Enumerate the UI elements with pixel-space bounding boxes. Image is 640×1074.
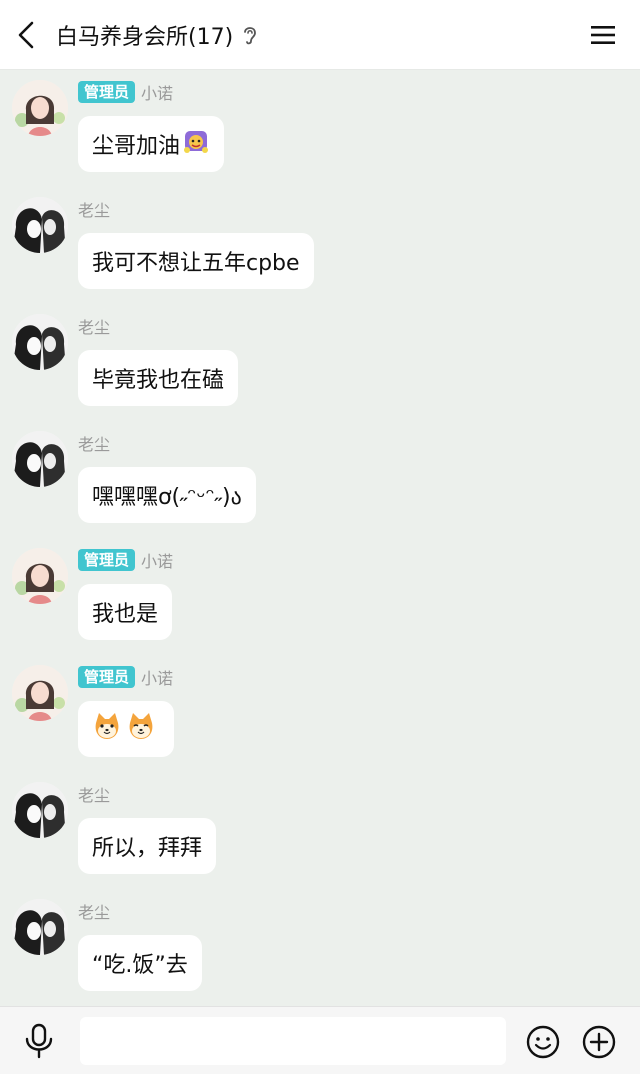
girl-avatar-icon: [12, 80, 68, 136]
smiley-icon: [526, 1025, 560, 1059]
message-bubble[interactable]: 嘿嘿嘿ơ(˶ᵔᵕᵔ˶)ა: [78, 467, 256, 523]
message-meta: 老尘: [78, 431, 110, 455]
sender-name[interactable]: 老尘: [78, 782, 110, 806]
input-bar: [0, 1006, 640, 1074]
message-meta: 老尘: [78, 899, 110, 923]
message-bubble[interactable]: 毕竟我也在磕: [78, 350, 239, 406]
message-text: 我可不想让五年cpbe: [92, 251, 300, 276]
message-row: 管理员 小诺: [0, 655, 640, 772]
avatar[interactable]: [12, 197, 68, 253]
message-row: 管理员 小诺 我也是: [0, 538, 640, 655]
cheer-sticker-icon: [182, 127, 210, 161]
shiba-sticker-icon: [126, 711, 156, 747]
microphone-icon: [25, 1023, 53, 1059]
message-text: 所以，拜拜: [92, 836, 203, 861]
sender-name[interactable]: 小诺: [141, 548, 173, 572]
avatar[interactable]: [12, 80, 68, 136]
chat-area[interactable]: 管理员 小诺 尘哥加油 老尘 我可不想让五年cpbe 老尘 毕竟我也在磕 老尘 …: [0, 70, 640, 1006]
girl-avatar-icon: [12, 548, 68, 604]
message-bubble[interactable]: “吃.饭”去: [78, 935, 202, 991]
avatar[interactable]: [12, 431, 68, 487]
back-button[interactable]: [0, 0, 54, 70]
admin-badge: 管理员: [78, 549, 136, 571]
message-bubble[interactable]: [78, 701, 174, 757]
more-button[interactable]: [582, 1025, 616, 1059]
message-meta: 管理员 小诺: [78, 665, 173, 689]
admin-badge: 管理员: [78, 666, 136, 688]
manga-avatar-icon: [12, 431, 68, 487]
message-bubble[interactable]: 尘哥加油: [78, 116, 225, 172]
message-input[interactable]: [80, 1017, 506, 1065]
message-meta: 老尘: [78, 782, 110, 806]
sender-name[interactable]: 小诺: [141, 665, 173, 689]
avatar[interactable]: [12, 314, 68, 370]
message-text: 嘿嘿嘿ơ(˶ᵔᵕᵔ˶)ა: [92, 485, 242, 510]
message-meta: 老尘: [78, 314, 110, 338]
chevron-left-icon: [18, 21, 34, 48]
message-row: 老尘 我可不想让五年cpbe: [0, 187, 640, 304]
message-row: 老尘 毕竟我也在磕: [0, 304, 640, 421]
voice-button[interactable]: [22, 1023, 56, 1059]
message-meta: 老尘: [78, 197, 110, 221]
group-title[interactable]: 白马养身会所(17): [56, 19, 233, 51]
chat-header: 白马养身会所(17): [0, 0, 640, 70]
manga-avatar-icon: [12, 899, 68, 955]
avatar[interactable]: [12, 782, 68, 838]
menu-icon: [591, 26, 615, 44]
manga-avatar-icon: [12, 782, 68, 838]
girl-avatar-icon: [12, 665, 68, 721]
shiba-sticker-icon: [92, 711, 122, 747]
sender-name[interactable]: 老尘: [78, 899, 110, 923]
message-text: 毕竟我也在磕: [92, 368, 225, 393]
sender-name[interactable]: 老尘: [78, 197, 110, 221]
avatar[interactable]: [12, 665, 68, 721]
message-bubble[interactable]: 我可不想让五年cpbe: [78, 233, 314, 289]
message-row: 老尘 嘿嘿嘿ơ(˶ᵔᵕᵔ˶)ა: [0, 421, 640, 538]
message-meta: 管理员 小诺: [78, 548, 173, 572]
message-text: 尘哥加油: [92, 134, 181, 159]
sender-name[interactable]: 老尘: [78, 314, 110, 338]
emoji-button[interactable]: [526, 1025, 560, 1059]
admin-badge: 管理员: [78, 81, 136, 103]
avatar[interactable]: [12, 548, 68, 604]
message-bubble[interactable]: 我也是: [78, 584, 173, 640]
manga-avatar-icon: [12, 314, 68, 370]
message-row: 管理员 小诺 尘哥加油: [0, 70, 640, 187]
avatar[interactable]: [12, 899, 68, 955]
message-row: 老尘 “吃.饭”去: [0, 889, 640, 1006]
sender-name[interactable]: 老尘: [78, 431, 110, 455]
sender-name[interactable]: 小诺: [141, 80, 173, 104]
manga-avatar-icon: [12, 197, 68, 253]
message-meta: 管理员 小诺: [78, 80, 173, 104]
plus-circle-icon: [582, 1025, 616, 1059]
menu-button[interactable]: [588, 20, 618, 50]
message-row: 老尘 所以，拜拜: [0, 772, 640, 889]
message-text: 我也是: [92, 602, 159, 627]
ear-icon[interactable]: [241, 24, 259, 46]
message-bubble[interactable]: 所以，拜拜: [78, 818, 217, 874]
message-text: “吃.饭”去: [92, 953, 188, 978]
